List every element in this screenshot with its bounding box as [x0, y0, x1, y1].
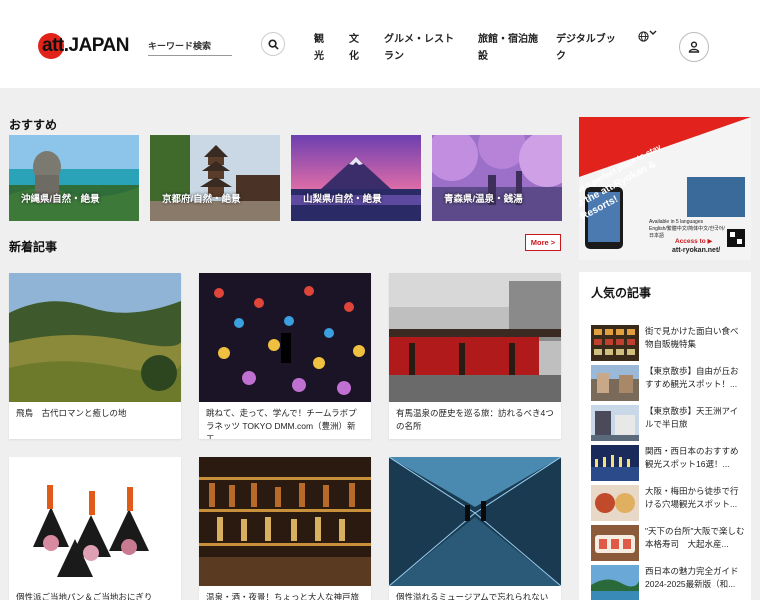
- yamanashi-image: [291, 135, 421, 221]
- popular-heading: 人気の記事: [591, 286, 652, 300]
- recommended-heading: おすすめ: [9, 118, 58, 132]
- popular-item-title: 大阪・梅田から徒歩で行ける穴場観光スポット...: [645, 486, 739, 509]
- logo-text: att.JAPAN: [42, 35, 130, 56]
- popular-item[interactable]: 【東京散歩】天王洲アイルで半日旅: [591, 405, 743, 441]
- site-header: att.JAPAN 観光 文化 グルメ・レストラン 旅館・宿泊施設 デジタルブッ…: [0, 0, 760, 88]
- popular-thumbnail: [591, 405, 639, 441]
- article-image-kobe-bar: [199, 457, 371, 586]
- article-image-onigiri: [9, 457, 181, 586]
- article-image-arima: [389, 273, 561, 402]
- nav-sightseeing[interactable]: 観光: [314, 31, 326, 65]
- article-image-teamlab: [199, 273, 371, 402]
- article-title: 跳ねて、走って、学んで！チームラボプラネッツ TOKYO DMM.com（豊洲）…: [206, 408, 357, 439]
- kyoto-image: [150, 135, 280, 221]
- search-icon: [267, 38, 279, 50]
- article-title: 個性派ご当地パン＆ご当地おにぎり: [16, 592, 153, 600]
- recommended-label: 山梨県/自然・絶景: [303, 194, 382, 205]
- popular-thumbnail: [591, 485, 639, 521]
- popular-thumbnail: [591, 365, 639, 401]
- article-title: 個性溢れるミュージアムで忘れられない体: [396, 592, 549, 600]
- search-button[interactable]: [261, 32, 285, 56]
- popular-item-title: 西日本の魅力完全ガイド2024-2025最新版（和...: [645, 566, 739, 589]
- aomori-image: [432, 135, 562, 221]
- article-title: 飛鳥 古代ロマンと癒しの地: [16, 408, 127, 418]
- popular-item[interactable]: 街で見かけた面白い食べ物自販機特集: [591, 325, 743, 361]
- language-selector[interactable]: [638, 30, 657, 45]
- popular-item[interactable]: 【東京散歩】自由が丘おすすめ観光スポット！...: [591, 365, 743, 401]
- recommended-label: 京都府/自然・絶景: [162, 194, 241, 205]
- popular-item[interactable]: "天下の台所"大阪で楽しむ本格寿司 大起水産...: [591, 525, 745, 561]
- recommended-tile-aomori[interactable]: 青森県/温泉・銭湯: [432, 135, 562, 221]
- user-account-button[interactable]: [679, 32, 709, 62]
- recommended-tile-okinawa[interactable]: 沖縄県/自然・絶景: [9, 135, 139, 221]
- recommended-tile-yamanashi[interactable]: 山梨県/自然・絶景: [291, 135, 421, 221]
- user-icon: [688, 41, 700, 53]
- popular-thumbnail: [591, 325, 639, 361]
- globe-icon: [638, 31, 649, 42]
- article-title: 有馬温泉の歴史を巡る旅：訪れるべき4つの名所: [396, 408, 554, 431]
- nav-culture[interactable]: 文化: [349, 31, 361, 65]
- popular-thumbnail: [591, 445, 639, 481]
- article-card[interactable]: 個性派ご当地パン＆ご当地おにぎり: [9, 457, 181, 600]
- popular-item[interactable]: 大阪・梅田から徒歩で行ける穴場観光スポット...: [591, 485, 743, 521]
- site-logo[interactable]: att.JAPAN: [38, 33, 130, 59]
- article-card[interactable]: 有馬温泉の歴史を巡る旅：訪れるべき4つの名所: [389, 273, 561, 439]
- ad-url-text: att-ryokan.net/: [672, 247, 721, 254]
- nav-digital-book[interactable]: デジタルブック: [556, 31, 616, 65]
- popular-item-title: 【東京散歩】自由が丘おすすめ観光スポット！...: [645, 366, 739, 389]
- article-card[interactable]: 跳ねて、走って、学んで！チームラボプラネッツ TOKYO DMM.com（豊洲）…: [199, 273, 371, 439]
- ad-access-text: Access to ▶: [675, 238, 713, 245]
- chevron-down-icon: [649, 30, 657, 35]
- popular-thumbnail: [591, 525, 639, 561]
- okinawa-image: [9, 135, 139, 221]
- popular-item[interactable]: 関西・西日本のおすすめ観光スポット16選！...: [591, 445, 743, 481]
- nav-ryokan[interactable]: 旅館・宿泊施設: [478, 31, 538, 65]
- popular-item-title: "天下の台所"大阪で楽しむ本格寿司 大起水産...: [645, 526, 745, 549]
- recommended-label: 沖縄県/自然・絶景: [21, 194, 100, 205]
- popular-item-title: 【東京散歩】天王洲アイルで半日旅: [645, 406, 739, 429]
- recommended-label: 青森県/温泉・銭湯: [444, 194, 523, 205]
- search-box: [148, 36, 232, 56]
- article-card[interactable]: 温泉・酒・夜景！ちょっと大人な神戸旅: [199, 457, 371, 600]
- article-image-asuka: [9, 273, 181, 402]
- article-card[interactable]: 個性溢れるミュージアムで忘れられない体: [389, 457, 561, 600]
- more-articles-button[interactable]: More >: [525, 234, 561, 251]
- popular-item-title: 関西・西日本のおすすめ観光スポット16選！...: [645, 446, 739, 469]
- new-articles-heading: 新着記事: [9, 240, 58, 254]
- nav-gourmet[interactable]: グルメ・レストラン: [384, 31, 458, 65]
- popular-item-title: 街で見かけた面白い食べ物自販機特集: [645, 326, 739, 349]
- recommended-tile-kyoto[interactable]: 京都府/自然・絶景: [150, 135, 280, 221]
- popular-articles-panel: 人気の記事 街で見かけた面白い食べ物自販機特集 【東京散歩】自由が丘おすすめ観光…: [579, 272, 751, 600]
- search-input[interactable]: [148, 37, 232, 55]
- ryokan-ad-banner[interactable]: Find a perfect place to stay at the att.…: [579, 117, 751, 260]
- ad-available-text: Available in 5 languages: [649, 219, 704, 225]
- article-image-museum: [389, 457, 561, 586]
- popular-item[interactable]: 西日本の魅力完全ガイド2024-2025最新版（和...: [591, 565, 743, 600]
- article-card[interactable]: 飛鳥 古代ロマンと癒しの地: [9, 273, 181, 439]
- popular-thumbnail: [591, 565, 639, 600]
- article-title: 温泉・酒・夜景！ちょっと大人な神戸旅: [206, 592, 360, 600]
